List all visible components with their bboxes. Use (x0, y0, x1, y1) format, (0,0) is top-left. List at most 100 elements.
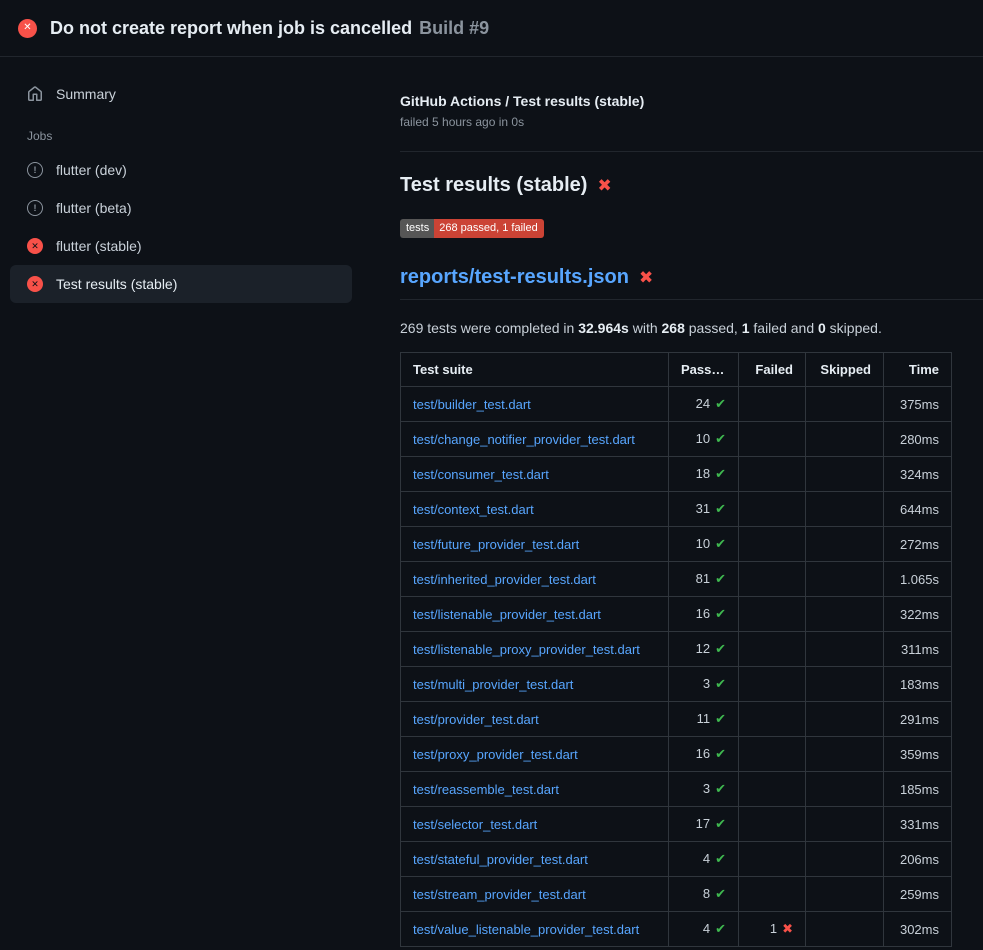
home-icon (27, 86, 43, 102)
main-content: GitHub Actions / Test results (stable) f… (370, 57, 983, 947)
badge-value: 268 passed, 1 failed (434, 219, 543, 238)
table-row: test/proxy_provider_test.dart16✔359ms (401, 737, 952, 772)
table-row: test/inherited_provider_test.dart81✔1.06… (401, 562, 952, 597)
run-status-line: failed 5 hours ago in 0s (400, 115, 951, 129)
table-row: test/stateful_provider_test.dart 4✔ 206ms (401, 842, 952, 877)
suite-cell: test/listenable_proxy_provider_test.dart (401, 632, 669, 667)
test-suite-link[interactable]: test/context_test.dart (413, 502, 534, 517)
summary-passed-count: 268 (662, 320, 685, 336)
badge-label: tests (400, 219, 434, 238)
time-cell: 280ms (884, 422, 952, 457)
time-cell: 324ms (884, 457, 952, 492)
suite-cell: test/multi_provider_test.dart (401, 667, 669, 702)
x-circle-icon: ✕ (27, 276, 43, 292)
col-header-skipped: Skipped (806, 353, 884, 387)
suite-cell: test/proxy_provider_test.dart (401, 737, 669, 772)
col-header-time: Time (884, 353, 952, 387)
failed-status-icon: ✕ (18, 19, 37, 38)
test-suite-link[interactable]: test/builder_test.dart (413, 397, 531, 412)
test-suite-link[interactable]: test/proxy_provider_test.dart (413, 747, 578, 762)
skipped-cell (806, 562, 884, 597)
time-cell: 1.065s (884, 562, 952, 597)
time-cell: 331ms (884, 807, 952, 842)
test-suite-link[interactable]: test/listenable_proxy_provider_test.dart (413, 642, 640, 657)
sidebar-summary-label: Summary (56, 86, 116, 102)
test-suite-link[interactable]: test/multi_provider_test.dart (413, 677, 573, 692)
failed-cell (739, 632, 806, 667)
test-suite-link[interactable]: test/inherited_provider_test.dart (413, 572, 596, 587)
time-cell: 291ms (884, 702, 952, 737)
skipped-cell (806, 772, 884, 807)
table-row: test/change_notifier_provider_test.dart1… (401, 422, 952, 457)
check-icon: ✔ (715, 711, 726, 726)
skipped-cell (806, 387, 884, 422)
sidebar-item-job[interactable]: ✕flutter (stable) (10, 227, 352, 265)
table-row: test/listenable_proxy_provider_test.dart… (401, 632, 952, 667)
sidebar-item-job[interactable]: ✕ Test results (stable) (10, 265, 352, 303)
test-summary: 269 tests were completed in 32.964s with… (400, 320, 951, 336)
test-suite-link[interactable]: test/provider_test.dart (413, 712, 539, 727)
table-header-row: Test suite Passed Failed Skipped Time (401, 353, 952, 387)
passed-cell: 4✔ (669, 912, 739, 947)
test-suite-link[interactable]: test/consumer_test.dart (413, 467, 549, 482)
table-row: test/provider_test.dart 11✔ 291ms (401, 702, 952, 737)
passed-cell: 11✔ (669, 702, 739, 737)
table-row: test/context_test.dart31✔644ms (401, 492, 952, 527)
skipped-cell (806, 807, 884, 842)
failed-x-icon: ✖ (597, 176, 611, 196)
failed-cell (739, 772, 806, 807)
sidebar-item-job[interactable]: !flutter (beta) (10, 189, 352, 227)
test-suite-link[interactable]: test/listenable_provider_test.dart (413, 607, 601, 622)
check-title-text: Test results (stable) (400, 174, 587, 197)
test-suite-link[interactable]: test/change_notifier_provider_test.dart (413, 432, 635, 447)
jobs-list: !flutter (dev)!flutter (beta)✕flutter (s… (10, 151, 352, 303)
failed-cell (739, 877, 806, 912)
test-suite-link[interactable]: test/value_listenable_provider_test.dart (413, 922, 639, 937)
check-icon: ✔ (715, 816, 726, 831)
failed-cell (739, 667, 806, 702)
failed-cell (739, 702, 806, 737)
test-suite-link[interactable]: test/stream_provider_test.dart (413, 887, 586, 902)
passed-cell: 3✔ (669, 667, 739, 702)
report-link[interactable]: reports/test-results.json (400, 266, 629, 289)
skipped-cell (806, 597, 884, 632)
table-row: test/listenable_provider_test.dart 16✔ 322… (401, 597, 952, 632)
build-number: Build #9 (419, 18, 489, 38)
check-icon: ✔ (715, 501, 726, 516)
skipped-cell (806, 457, 884, 492)
report-heading: reports/test-results.json ✖ (400, 266, 983, 300)
time-cell: 259ms (884, 877, 952, 912)
time-cell: 322ms (884, 597, 952, 632)
test-suite-link[interactable]: test/reassemble_test.dart (413, 782, 559, 797)
skipped-cell (806, 842, 884, 877)
passed-cell: 18✔ (669, 457, 739, 492)
table-row: test/stream_provider_test.dart8✔259ms (401, 877, 952, 912)
alert-circle-icon: ! (27, 162, 43, 178)
passed-cell: 16✔ (669, 597, 739, 632)
skipped-cell (806, 527, 884, 562)
test-suite-link[interactable]: test/future_provider_test.dart (413, 537, 579, 552)
sidebar-item-job[interactable]: !flutter (dev) (10, 151, 352, 189)
page-layout: Summary Jobs !flutter (dev)!flutter (bet… (0, 57, 983, 947)
test-suite-link[interactable]: test/selector_test.dart (413, 817, 537, 832)
failed-cell (739, 527, 806, 562)
sidebar-item-summary[interactable]: Summary (10, 75, 352, 113)
table-row: test/selector_test.dart17✔331ms (401, 807, 952, 842)
time-cell: 183ms (884, 667, 952, 702)
table-row: test/builder_test.dart24✔375ms (401, 387, 952, 422)
passed-cell: 4✔ (669, 842, 739, 877)
sidebar-item-label: Test results (stable) (56, 276, 177, 292)
time-cell: 375ms (884, 387, 952, 422)
passed-cell: 31✔ (669, 492, 739, 527)
skipped-cell (806, 912, 884, 947)
table-row: test/reassemble_test.dart3✔185ms (401, 772, 952, 807)
time-cell: 206ms (884, 842, 952, 877)
failed-cell (739, 737, 806, 772)
divider (400, 151, 983, 152)
summary-text: with (629, 320, 662, 336)
failed-cell: 1✖ (739, 912, 806, 947)
summary-text: failed and (750, 320, 819, 336)
test-suite-link[interactable]: test/stateful_provider_test.dart (413, 852, 588, 867)
check-title: Test results (stable) ✖ (400, 174, 951, 197)
check-icon: ✔ (715, 921, 726, 936)
